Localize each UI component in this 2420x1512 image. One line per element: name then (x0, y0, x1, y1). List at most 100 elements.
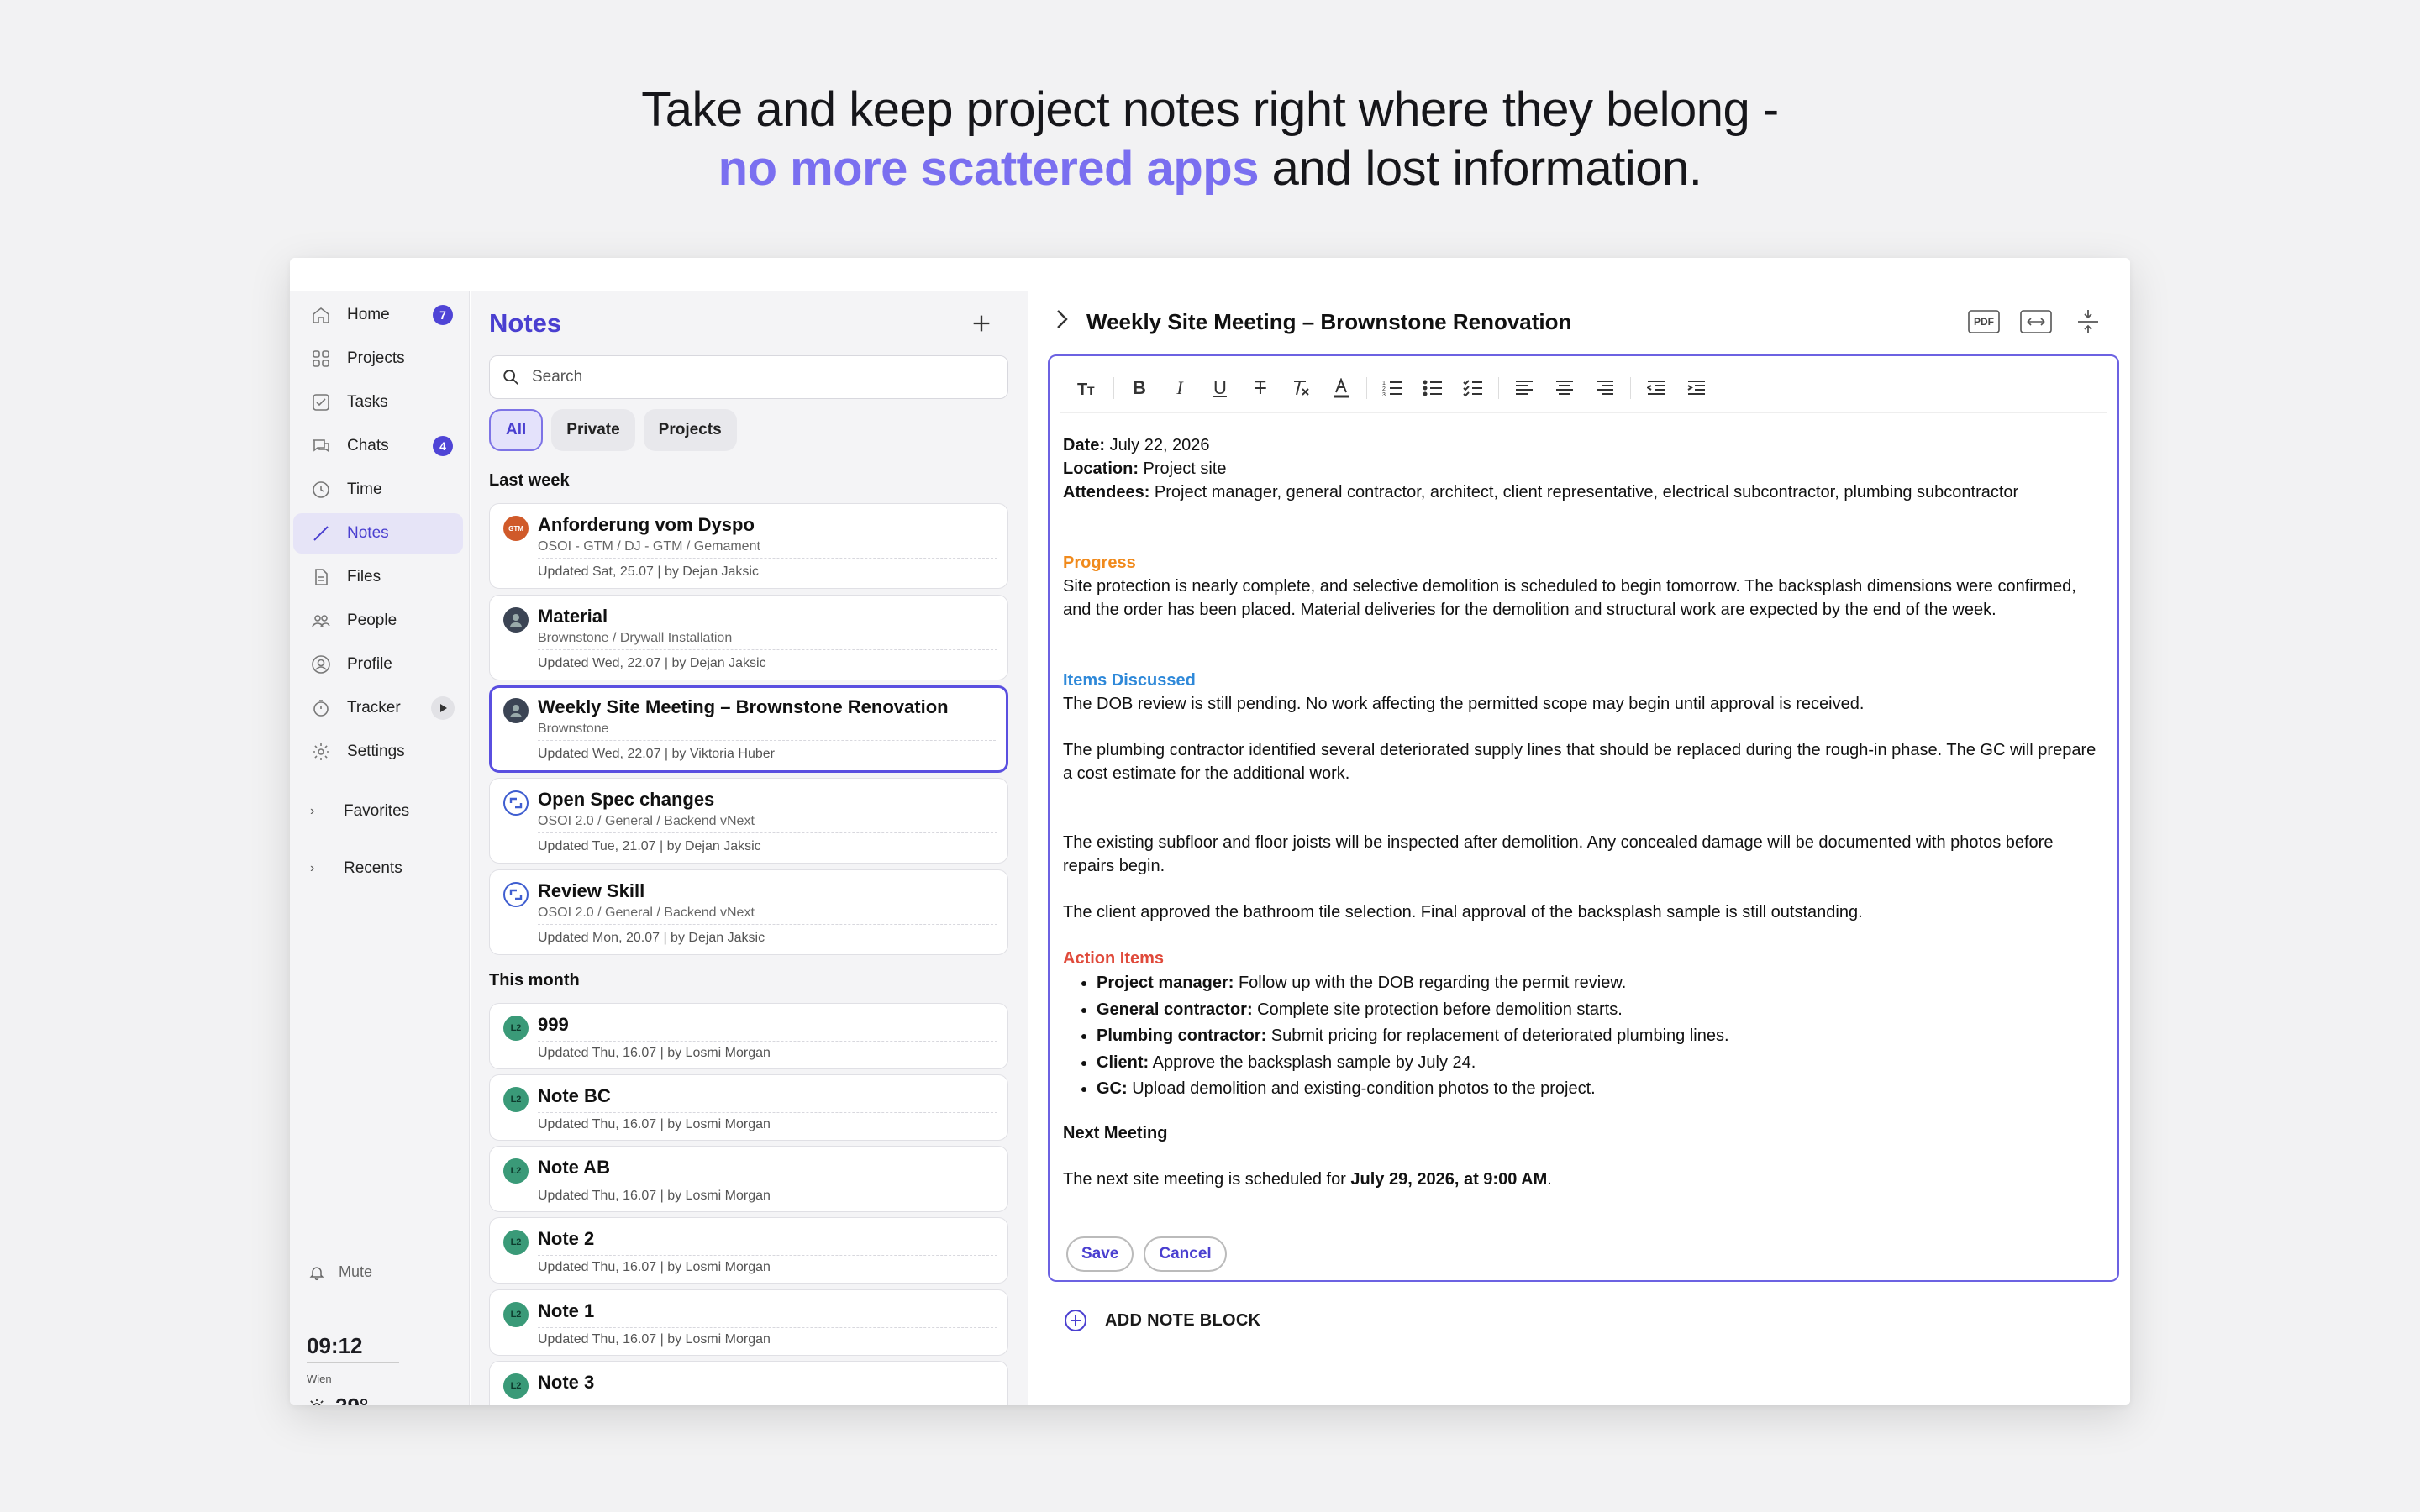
tracker-play-button[interactable] (431, 696, 455, 720)
next-meeting-heading: Next Meeting (1063, 1123, 1168, 1142)
search-input[interactable] (532, 368, 969, 386)
note-path: Brownstone / Drywall Installation (538, 631, 733, 645)
align-left-button[interactable] (1504, 370, 1544, 407)
text-size-button[interactable]: TT (1068, 370, 1108, 407)
note-card[interactable]: Open Spec changes OSOI 2.0 / General / B… (489, 778, 1008, 864)
mute-label: Mute (339, 1263, 373, 1280)
export-pdf-button[interactable]: PDF (1967, 307, 2001, 337)
mute-toggle[interactable]: Mute (308, 1263, 372, 1281)
items-paragraph: The DOB review is still pending. No work… (1063, 695, 1865, 713)
note-author: by Losmi Morgan (667, 1260, 771, 1274)
note-title: Review Skill (538, 880, 645, 901)
note-card[interactable]: GTM Anforderung vom Dyspo OSOI - GTM / D… (489, 503, 1008, 589)
clock-time: 09:12 (307, 1333, 399, 1363)
cancel-button[interactable]: Cancel (1144, 1236, 1227, 1272)
note-card-selected[interactable]: Weekly Site Meeting – Brownstone Renovat… (489, 685, 1008, 773)
filter-projects[interactable]: Projects (643, 409, 737, 451)
add-note-button[interactable] (965, 307, 998, 340)
text-color-button[interactable] (1321, 370, 1361, 407)
add-note-block-button[interactable]: ADD NOTE BLOCK (1063, 1308, 1260, 1333)
window-top-bar (290, 258, 2130, 291)
note-card[interactable]: L2 Note 3 (489, 1361, 1008, 1405)
note-card[interactable]: L2 Note AB Updated Thu, 16.07 | by Losmi… (489, 1146, 1008, 1212)
ordered-list-button[interactable]: 123 (1372, 370, 1413, 407)
note-updated: Updated Thu, 16.07 (538, 1117, 657, 1131)
sidebar-item-tasks[interactable]: Tasks (293, 382, 463, 423)
pen-icon (310, 522, 332, 544)
sidebar-item-settings[interactable]: Settings (293, 732, 463, 772)
sidebar-item-notes[interactable]: Notes (293, 513, 463, 554)
action-items-list: Project manager: Follow up with the DOB … (1097, 970, 2105, 1103)
sidebar-item-label: Tracker (347, 699, 401, 717)
italic-button[interactable]: I (1160, 370, 1200, 407)
sidebar-item-chats[interactable]: Chats 4 (293, 426, 463, 466)
action-owner: Project manager: (1097, 974, 1234, 992)
note-path: OSOI 2.0 / General / Backend vNext (538, 906, 755, 920)
checkbox-icon (310, 391, 332, 413)
plus-circle-icon (1065, 1310, 1086, 1331)
sidebar: Home 7 Projects Tasks Chats 4 Time Notes… (290, 291, 470, 1405)
home-icon (310, 304, 332, 326)
sidebar-item-people[interactable]: People (293, 601, 463, 641)
sidebar-item-home[interactable]: Home 7 (293, 295, 463, 335)
filter-all[interactable]: All (489, 409, 544, 451)
note-meta: Updated Thu, 16.07 | by Losmi Morgan (538, 1332, 771, 1347)
sidebar-item-time[interactable]: Time (293, 470, 463, 510)
marketing-headline: Take and keep project notes right where … (0, 81, 2420, 198)
indent-button[interactable] (1676, 370, 1717, 407)
note-path: OSOI - GTM / DJ - GTM / Gemament (538, 539, 760, 554)
editor-title: Weekly Site Meeting – Brownstone Renovat… (1086, 309, 1572, 334)
sidebar-item-profile[interactable]: Profile (293, 644, 463, 685)
collapse-blocks-button[interactable] (2071, 307, 2105, 337)
list-item: Plumbing contractor: Submit pricing for … (1097, 1023, 2105, 1050)
sidebar-item-label: Time (347, 480, 382, 498)
recents-label: Recents (344, 859, 402, 877)
divider (538, 558, 997, 559)
editor-header: Weekly Site Meeting – Brownstone Renovat… (1055, 308, 1571, 336)
action-text: Submit pricing for replacement of deteri… (1266, 1026, 1729, 1045)
note-content[interactable]: Date: July 22, 2026 Location: Project si… (1063, 433, 2105, 1191)
note-card[interactable]: L2 999 Updated Thu, 16.07 | by Losmi Mor… (489, 1003, 1008, 1069)
note-title: Weekly Site Meeting – Brownstone Renovat… (538, 696, 949, 717)
bold-button[interactable]: B (1119, 370, 1160, 407)
sidebar-item-label: Notes (347, 524, 389, 542)
note-card[interactable]: L2 Note 1 Updated Thu, 16.07 | by Losmi … (489, 1289, 1008, 1356)
note-card[interactable]: Material Brownstone / Drywall Installati… (489, 595, 1008, 680)
sidebar-item-files[interactable]: Files (293, 557, 463, 597)
bullet-list-button[interactable] (1413, 370, 1453, 407)
save-button[interactable]: Save (1066, 1236, 1134, 1272)
checklist-button[interactable] (1453, 370, 1493, 407)
clear-format-button[interactable] (1281, 370, 1321, 407)
action-owner: GC: (1097, 1079, 1128, 1098)
divider (538, 1327, 997, 1328)
date-value: July 22, 2026 (1105, 436, 1210, 454)
note-card[interactable]: L2 Note BC Updated Thu, 16.07 | by Losmi… (489, 1074, 1008, 1141)
note-title: Material (538, 606, 608, 627)
note-card[interactable]: Review Skill OSOI 2.0 / General / Backen… (489, 869, 1008, 955)
svg-text:2: 2 (1382, 386, 1386, 392)
note-author: by Dejan Jaksic (671, 656, 766, 670)
action-owner: General contractor: (1097, 1000, 1253, 1019)
note-block-editor[interactable]: TT B I U T 123 Date: July 22, 2026 Locat… (1048, 354, 2119, 1282)
expand-width-button[interactable] (2019, 307, 2053, 337)
strikethrough-button[interactable]: T (1240, 370, 1281, 407)
add-note-block-label: ADD NOTE BLOCK (1105, 1310, 1261, 1330)
temperature: 29° (335, 1394, 368, 1405)
align-right-button[interactable] (1585, 370, 1625, 407)
next-suffix: . (1547, 1169, 1552, 1189)
note-meta: Updated Thu, 16.07 | by Losmi Morgan (538, 1117, 771, 1131)
sidebar-item-tracker[interactable]: Tracker (293, 688, 463, 728)
chevron-right-icon[interactable] (1055, 308, 1070, 336)
recents-section[interactable]: › Recents (310, 853, 402, 884)
sidebar-item-projects[interactable]: Projects (293, 339, 463, 379)
underline-button[interactable]: U (1200, 370, 1240, 407)
favorites-section[interactable]: › Favorites (310, 796, 409, 827)
search-box[interactable] (489, 355, 1008, 399)
note-card[interactable]: L2 Note 2 Updated Thu, 16.07 | by Losmi … (489, 1217, 1008, 1284)
filter-private[interactable]: Private (551, 409, 635, 451)
align-center-button[interactable] (1544, 370, 1585, 407)
action-text: Follow up with the DOB regarding the per… (1234, 974, 1627, 992)
headline-rest: and lost information. (1258, 141, 1702, 196)
list-item: GC: Upload demolition and existing-condi… (1097, 1076, 2105, 1103)
outdent-button[interactable] (1636, 370, 1676, 407)
